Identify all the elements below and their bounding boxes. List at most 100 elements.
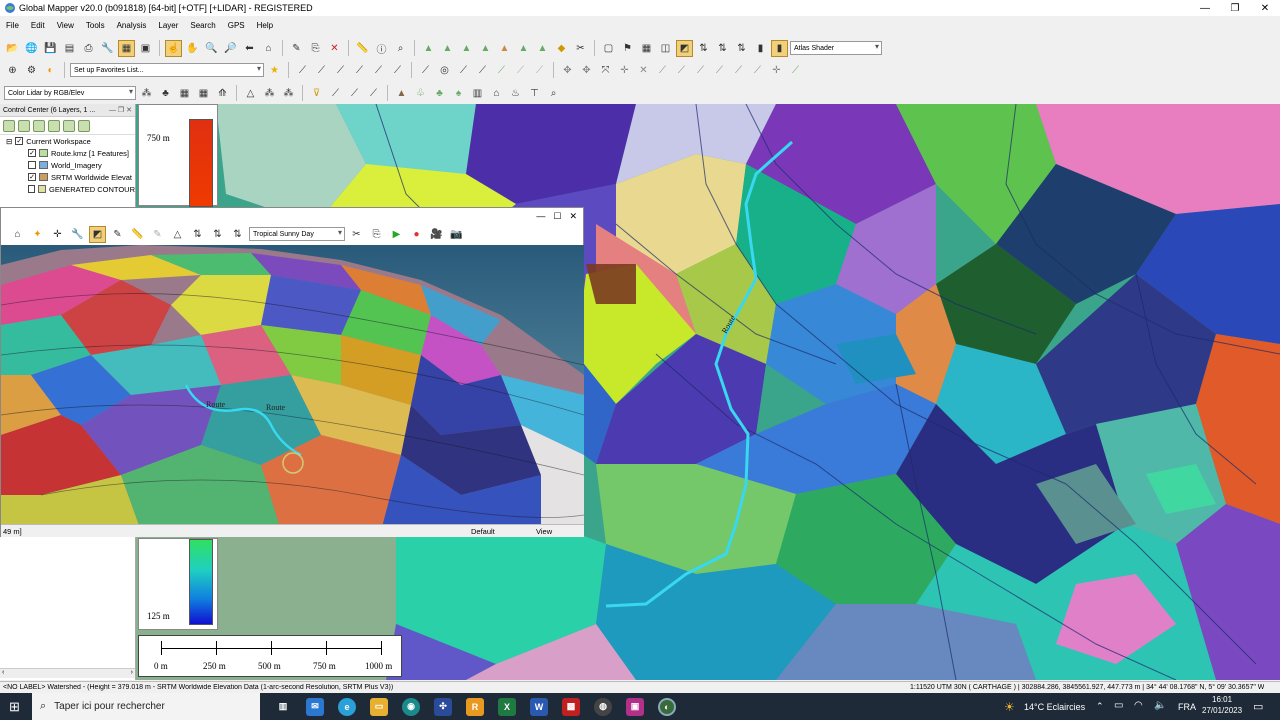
lidar-3-icon[interactable]: ▦ <box>176 85 193 102</box>
digitize-4-icon[interactable]: ⟋ <box>351 62 368 79</box>
menu-help[interactable]: Help <box>251 21 279 30</box>
move-4-icon[interactable]: ✛ <box>616 62 633 79</box>
menu-view[interactable]: View <box>51 21 80 30</box>
mail-icon[interactable]: ✉ <box>306 697 324 716</box>
3d-home-icon[interactable]: ⌂ <box>9 226 26 243</box>
volume-icon[interactable]: 🔈 <box>1154 700 1166 711</box>
scroll-left-icon[interactable]: ‹ <box>0 669 4 676</box>
language-indicator[interactable]: FRA <box>1178 702 1196 712</box>
lidar-11-icon[interactable]: ⟋ <box>346 85 363 102</box>
3d-pencil-icon[interactable]: ✎ <box>109 226 126 243</box>
terrain-4-icon[interactable]: ▲ <box>477 40 494 57</box>
3d-eraser-icon[interactable]: ✎ <box>149 226 166 243</box>
lidar-13-icon[interactable]: ▲ <box>393 85 410 102</box>
move-13-icon[interactable]: ⟋ <box>787 62 804 79</box>
view-9-icon[interactable]: ▮ <box>752 40 769 57</box>
lidar-14-icon[interactable]: ♧ <box>412 85 429 102</box>
back-icon[interactable]: ⬅ <box>241 40 258 57</box>
3d-play-icon[interactable]: ▶ <box>388 226 405 243</box>
move-2-icon[interactable]: ✥ <box>578 62 595 79</box>
horizontal-scrollbar[interactable]: ‹ › <box>0 668 135 678</box>
lidar-1-icon[interactable]: ⁂ <box>138 85 155 102</box>
3d-camera-icon[interactable]: 📷 <box>448 226 465 243</box>
lidar-2-icon[interactable]: ♣ <box>157 85 174 102</box>
browser-2-icon[interactable]: ◉ <box>402 697 420 716</box>
minimize-button[interactable]: — <box>1190 3 1220 14</box>
file-explorer-icon[interactable]: ▭ <box>370 697 388 716</box>
terrain-1-icon[interactable]: ▲ <box>420 40 437 57</box>
layer-visibility-icon[interactable] <box>78 119 90 132</box>
3d-wrench-icon[interactable]: 🔧 <box>69 226 86 243</box>
3d-record-icon[interactable]: 🎥 <box>428 226 445 243</box>
clock-date[interactable]: 27/01/2023 <box>1202 706 1242 715</box>
3d-crosshair-icon[interactable]: ✛ <box>49 226 66 243</box>
copy-icon[interactable]: ⎘ <box>307 40 324 57</box>
move-6-icon[interactable]: ⟋ <box>654 62 671 79</box>
view-10-icon[interactable]: ▮ <box>771 39 788 57</box>
lidar-6-icon[interactable]: △ <box>242 85 259 102</box>
move-3-icon[interactable]: ⤧ <box>597 62 614 79</box>
lidar-color-select[interactable]: Color Lidar by RGB/Elev <box>4 86 136 100</box>
digitize-6-icon[interactable]: ⟋ <box>389 62 406 79</box>
3d-tools-icon[interactable]: ✂ <box>348 226 365 243</box>
tray-chevron-icon[interactable]: ⌃ <box>1096 701 1104 712</box>
lidar-17-icon[interactable]: ▥ <box>469 85 486 102</box>
zoom-in-icon[interactable]: 🔍 <box>203 40 220 57</box>
menu-tools[interactable]: Tools <box>80 21 111 30</box>
digitize-11-icon[interactable]: ⟋ <box>493 62 510 79</box>
terrain-7-icon[interactable]: ▲ <box>534 40 551 57</box>
digitize-1-icon[interactable]: ⟋ <box>294 62 311 79</box>
layer-row[interactable]: GENERATED CONTOUR <box>0 183 135 195</box>
lidar-20-icon[interactable]: ⊤ <box>526 85 543 102</box>
3d-maximize-button[interactable]: ☐ <box>553 211 561 222</box>
pan-tool-icon[interactable]: ✋ <box>184 40 201 57</box>
shader-toggle-icon[interactable]: ◩ <box>676 39 693 57</box>
move-5-icon[interactable]: ✕ <box>635 62 652 79</box>
digitize-3-icon[interactable]: ⟋ <box>332 62 349 79</box>
3d-terrain-icon[interactable]: △ <box>169 226 186 243</box>
overview-icon[interactable]: ▣ <box>137 40 154 57</box>
move-11-icon[interactable]: ⟋ <box>749 62 766 79</box>
lidar-19-icon[interactable]: ♨ <box>507 85 524 102</box>
lidar-8-icon[interactable]: ⁂ <box>280 85 297 102</box>
digitize-13-icon[interactable]: ⟋ <box>531 62 548 79</box>
network-icon[interactable]: ▭ <box>1114 700 1123 711</box>
lidar-7-icon[interactable]: ⁂ <box>261 85 278 102</box>
excel-icon[interactable]: X <box>498 697 516 716</box>
zoom-out-icon[interactable]: 🔎 <box>222 40 239 57</box>
lidar-5-icon[interactable]: ⟰ <box>214 85 231 102</box>
home-icon[interactable]: ⌂ <box>260 40 277 57</box>
workspace-node[interactable]: ⊟ ✓ Current Workspace <box>0 135 135 147</box>
measure-icon[interactable]: 📏 <box>354 40 371 57</box>
app-r-icon[interactable]: R <box>466 697 484 716</box>
lidar-16-icon[interactable]: ♠ <box>450 85 467 102</box>
digitize-10-icon[interactable]: ⟋ <box>474 62 491 79</box>
favorites-select[interactable]: Set up Favorites List... <box>70 63 264 77</box>
app-gray-icon[interactable]: ◍ <box>594 697 612 716</box>
notifications-icon[interactable]: ▭ <box>1253 700 1263 713</box>
app-teams-icon[interactable]: ✣ <box>434 697 452 716</box>
3d-ruler-icon[interactable]: 📏 <box>129 226 146 243</box>
digitize-8-icon[interactable]: ◎ <box>436 62 453 79</box>
view-8-icon[interactable]: ⇅ <box>733 40 750 57</box>
workspace-checkbox[interactable]: ✓ <box>15 137 24 145</box>
terrain-6-icon[interactable]: ▲ <box>515 40 532 57</box>
view-2-icon[interactable]: ⚑ <box>619 40 636 57</box>
shader-select[interactable]: Atlas Shader <box>790 41 882 55</box>
save-icon[interactable]: 💾 <box>42 40 59 57</box>
wifi-icon[interactable]: ◠ <box>1134 700 1143 711</box>
3d-export-icon[interactable]: ⎘ <box>368 226 385 243</box>
lidar-9-icon[interactable]: ⊽ <box>308 85 325 102</box>
lidar-15-icon[interactable]: ♣ <box>431 85 448 102</box>
sky-select[interactable]: Tropical Sunny Day <box>249 227 345 241</box>
edit-icon[interactable]: ✎ <box>288 40 305 57</box>
control-center-icon[interactable]: ▦ <box>118 39 135 57</box>
close-layer-icon[interactable] <box>18 119 30 132</box>
collapse-icon[interactable]: ⊟ <box>6 137 12 146</box>
find-icon[interactable]: ⌕ <box>392 40 409 57</box>
lidar-4-icon[interactable]: ▦ <box>195 85 212 102</box>
3d-stop-icon[interactable]: ● <box>408 226 425 243</box>
workspace-icon[interactable]: ▤ <box>61 40 78 57</box>
app-purple-icon[interactable]: ▣ <box>626 697 644 716</box>
terrain-8-icon[interactable]: ◆ <box>553 40 570 57</box>
